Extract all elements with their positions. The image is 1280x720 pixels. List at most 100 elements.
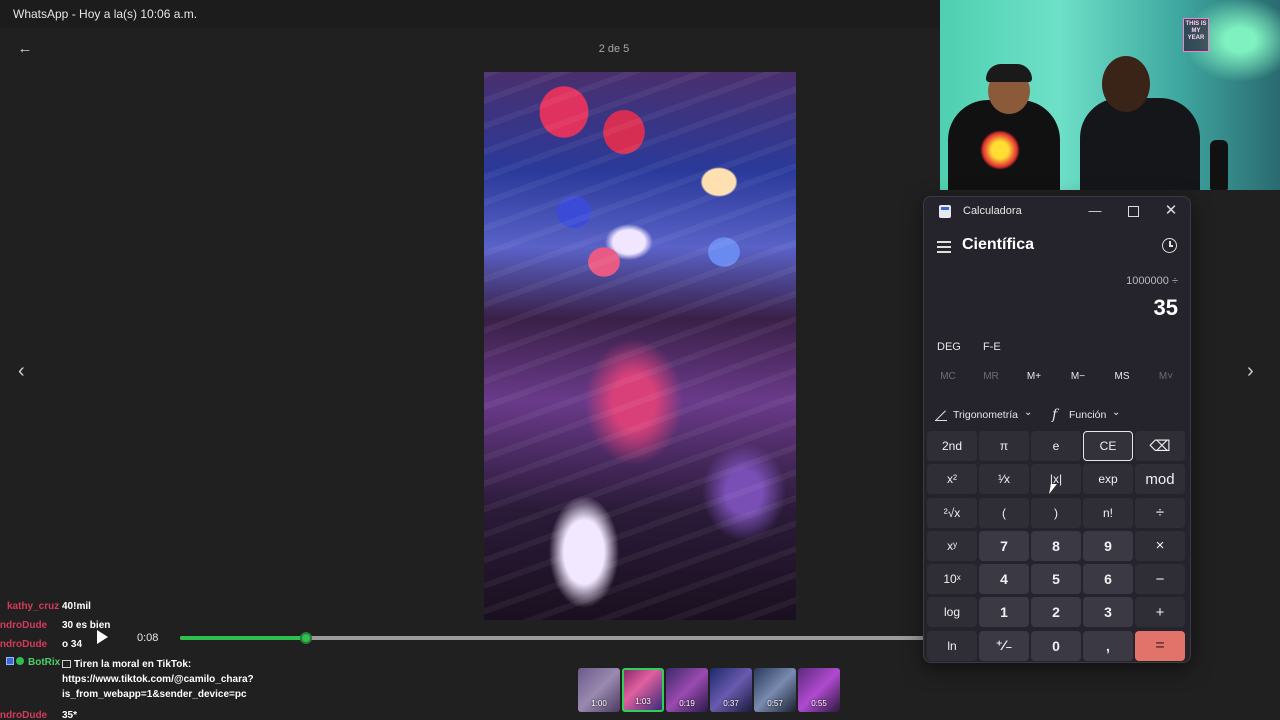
calculator-mode-title: Científica: [962, 236, 1035, 253]
key-0-2[interactable]: e: [1031, 431, 1081, 461]
trig-dropdown[interactable]: Trigonometría: [953, 409, 1018, 421]
chevron-left-icon[interactable]: ‹: [18, 360, 25, 383]
key-0-0[interactable]: 2nd: [927, 431, 977, 461]
chevron-down-icon[interactable]: ⌄: [1112, 407, 1120, 418]
bottle: [1210, 140, 1228, 190]
memory-button-mc[interactable]: MC: [928, 371, 968, 382]
memory-button-m[interactable]: M˅: [1146, 371, 1186, 382]
maximize-icon[interactable]: [1122, 201, 1144, 221]
chat-username: ejandroDude: [0, 710, 48, 720]
fe-button[interactable]: F-E: [983, 341, 1001, 353]
thumbnail-duration: 1:00: [591, 699, 607, 708]
key-5-3[interactable]: 3: [1083, 597, 1133, 628]
screen: WhatsApp - Hoy a la(s) 10:06 a.m. ← 2 de…: [0, 0, 1280, 720]
verified-dot-icon: [16, 657, 24, 665]
function-row: Trigonometría ⌄ f Función ⌄: [924, 407, 1190, 425]
history-icon[interactable]: [1162, 238, 1177, 253]
bot-link-line[interactable]: https://www.tiktok.com/@camilo_chara?: [62, 672, 254, 687]
deg-button[interactable]: DEG: [937, 341, 961, 353]
key-3-2[interactable]: 8: [1031, 530, 1081, 561]
arrow-left-icon[interactable]: ←: [16, 40, 34, 58]
video-thumbnail[interactable]: 0:19: [666, 668, 708, 712]
key-2-3[interactable]: n!: [1083, 497, 1133, 528]
key-1-1[interactable]: ¹⁄x: [979, 464, 1029, 495]
key-5-1[interactable]: 1: [979, 597, 1029, 628]
memory-button-mr[interactable]: MR: [971, 371, 1011, 382]
bot-text: Tiren la moral en TikTok: https://www.ti…: [62, 657, 254, 702]
key-1-4[interactable]: mod: [1135, 464, 1185, 495]
menu-icon[interactable]: [937, 241, 951, 253]
thumbnail-duration: 0:55: [811, 699, 827, 708]
key-5-0[interactable]: log: [927, 597, 977, 628]
chat-overlay: kathy_cruz 40!mil ejandroDude 30 es bien…: [0, 597, 300, 720]
bot-link-line[interactable]: is_from_webapp=1&sender_device=pc: [62, 687, 254, 702]
key-4-0[interactable]: 10ˣ: [927, 564, 977, 595]
key-1-3[interactable]: exp: [1083, 464, 1133, 495]
key-2-2[interactable]: ): [1031, 497, 1081, 528]
key-5-2[interactable]: 2: [1031, 597, 1081, 628]
card-icon: [62, 660, 71, 669]
memory-row: MC MR M+ M− MS M˅: [924, 371, 1190, 387]
key-6-2[interactable]: 0: [1031, 630, 1081, 661]
video-thumbnail[interactable]: 0:55: [798, 668, 840, 712]
chat-bot-message: BotRix Tiren la moral en TikTok: https:/…: [0, 654, 300, 706]
video-thumbnail[interactable]: 0:57: [754, 668, 796, 712]
calculator-window: Calculadora — ✕ Científica 1000000 ÷ 35 …: [923, 196, 1191, 663]
progress-handle[interactable]: [300, 632, 313, 644]
chat-text: 35*: [62, 710, 78, 720]
keypad: 2nd π e CE ⌫ x² ¹⁄x |x| exp mod ²√x() n! ÷ xʸ 7 8 9 × 10ˣ 4…: [927, 431, 1189, 661]
chat-message: ejandroDude 30 es bien: [0, 616, 300, 635]
thumbnail-duration: 0:19: [679, 699, 695, 708]
cap: [986, 64, 1032, 82]
key-2-4[interactable]: ÷: [1135, 497, 1185, 528]
key-3-1[interactable]: 7: [979, 530, 1029, 561]
minimize-icon[interactable]: —: [1084, 201, 1106, 221]
key-6-0[interactable]: ln: [927, 630, 977, 661]
video-thumbnail[interactable]: 0:37: [710, 668, 752, 712]
media-counter: 2 de 5: [598, 43, 630, 55]
function-dropdown[interactable]: Función: [1069, 409, 1106, 421]
thumbnail-duration: 0:37: [723, 699, 739, 708]
video-thumbnail[interactable]: 1:00: [578, 668, 620, 712]
key-1-0[interactable]: x²: [927, 464, 977, 495]
close-icon[interactable]: ✕: [1160, 201, 1182, 221]
key-2-1[interactable]: (: [979, 497, 1029, 528]
key-0-4[interactable]: ⌫: [1135, 431, 1185, 461]
key-6-1[interactable]: ⁺⁄₋: [979, 630, 1029, 661]
video-thumbnail[interactable]: 1:03: [622, 668, 664, 712]
video-frame[interactable]: [484, 72, 796, 620]
chat-username: ejandroDude: [0, 639, 48, 650]
key-3-0[interactable]: xʸ: [927, 530, 977, 561]
key-5-4[interactable]: +: [1135, 597, 1185, 628]
key-0-3[interactable]: CE: [1083, 431, 1133, 461]
key-4-4[interactable]: −: [1135, 564, 1185, 595]
key-4-2[interactable]: 5: [1031, 564, 1081, 595]
chat-username: kathy_cruz: [7, 601, 60, 612]
thumbnail-strip: 1:00 1:03 0:19 0:37 0:57 0:55: [578, 668, 840, 712]
memory-button-m[interactable]: M+: [1014, 371, 1054, 382]
result-display: 35: [1153, 295, 1178, 320]
memory-button-m[interactable]: M−: [1058, 371, 1098, 382]
key-3-3[interactable]: 9: [1083, 530, 1133, 561]
shirt-print: [980, 130, 1020, 170]
key-4-1[interactable]: 4: [979, 564, 1029, 595]
video-light-streaks: [484, 72, 796, 620]
key-6-3[interactable]: ,: [1083, 630, 1133, 661]
chevron-right-icon[interactable]: ›: [1247, 360, 1254, 383]
function-icon: f: [1052, 407, 1058, 423]
key-6-4[interactable]: =: [1135, 630, 1185, 661]
chat-username: ejandroDude: [0, 620, 48, 631]
chevron-down-icon[interactable]: ⌄: [1024, 407, 1032, 418]
chat-message: ejandroDude 35*: [0, 706, 300, 720]
key-3-4[interactable]: ×: [1135, 530, 1185, 561]
chat-text: o 34: [62, 639, 83, 650]
memory-button-ms[interactable]: MS: [1102, 371, 1142, 382]
key-0-1[interactable]: π: [979, 431, 1029, 461]
calculator-titlebar[interactable]: Calculadora — ✕: [924, 197, 1190, 225]
thumbnail-duration: 0:57: [767, 699, 783, 708]
bot-line: Tiren la moral en TikTok:: [74, 659, 192, 670]
chat-username: BotRix: [28, 657, 61, 668]
key-4-3[interactable]: 6: [1083, 564, 1133, 595]
mouse-cursor-icon: [1049, 484, 1061, 494]
key-2-0[interactable]: ²√x: [927, 497, 977, 528]
